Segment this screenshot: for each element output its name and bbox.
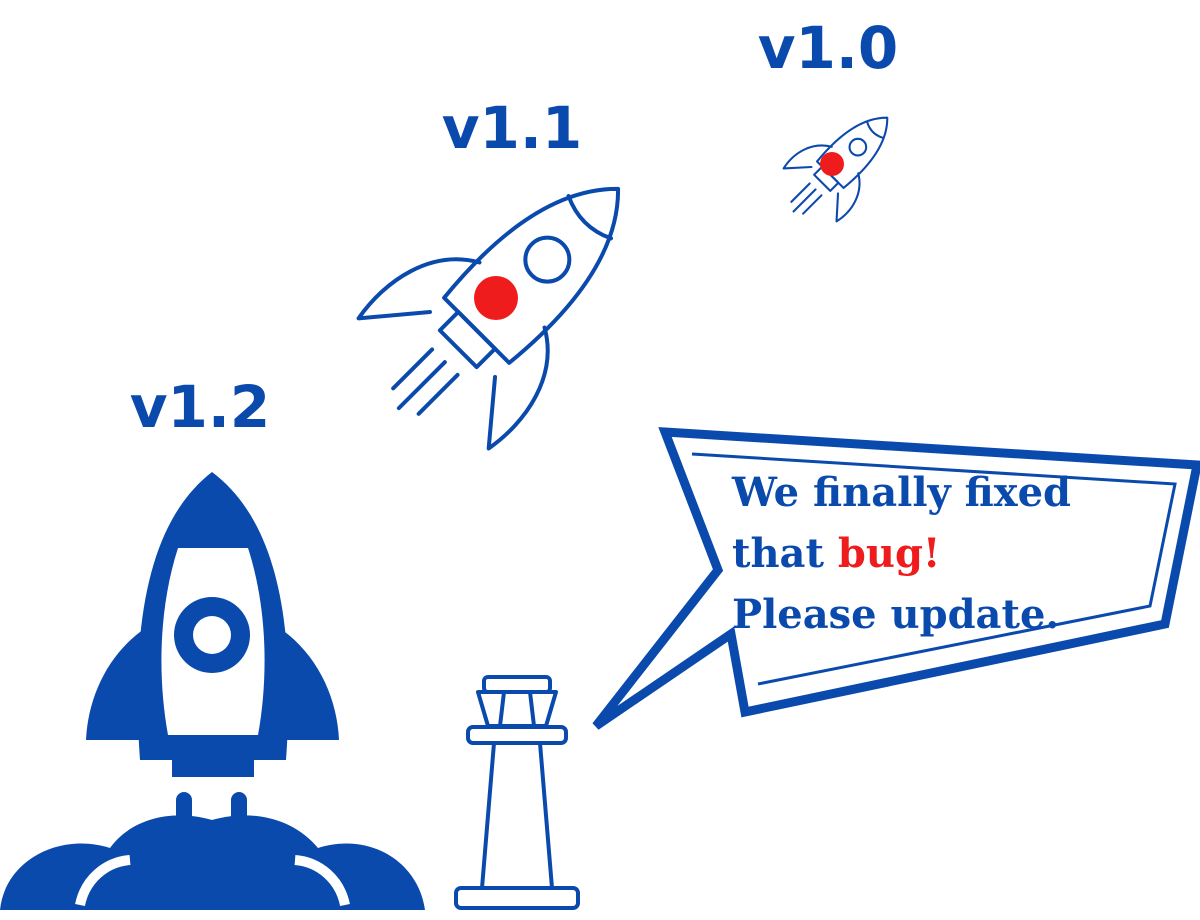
version-label-middle: v1.1	[442, 94, 583, 162]
control-tower-icon	[454, 675, 580, 910]
speech-line-2: that bug!	[732, 530, 940, 577]
speech-line-3: Please update.	[732, 591, 1059, 638]
rocket-window-dot	[474, 276, 518, 320]
version-label-latest: v1.2	[130, 373, 271, 441]
rocket-window-dot	[820, 152, 844, 176]
rocket-launch-icon	[0, 472, 425, 910]
illustration: v1.0 v1.1 v1.2 We finally fixed that bug…	[0, 14, 1200, 910]
speech-line-2-prefix: that	[732, 530, 838, 577]
speech-highlight-bug: bug!	[838, 530, 941, 577]
version-label-old: v1.0	[758, 14, 899, 82]
speech-line-1: We finally fixed	[731, 469, 1071, 516]
